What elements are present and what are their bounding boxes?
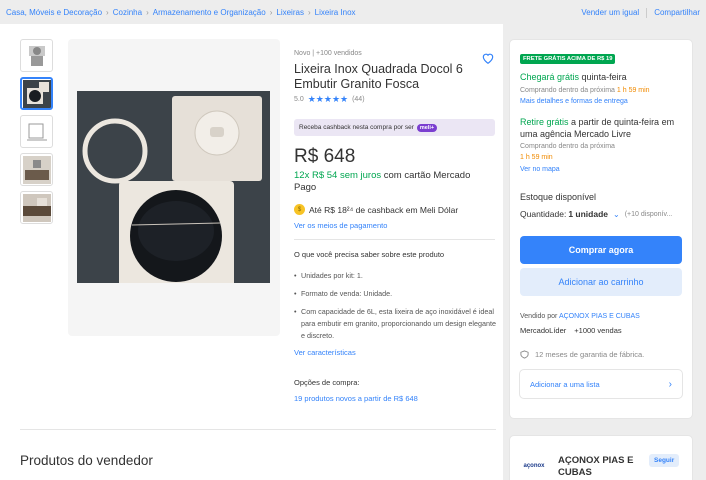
add-to-list-label: Adicionar a uma lista bbox=[530, 379, 600, 389]
free-shipping-badge: FRETE GRÁTIS ACIMA DE R$ 19 bbox=[520, 54, 616, 64]
pickup-highlight: Retire grátis bbox=[520, 117, 569, 127]
arrival-countdown: Comprando dentro da próxima 1 h 59 min bbox=[520, 87, 650, 94]
chevron-down-icon: ⌄ bbox=[613, 209, 620, 219]
follow-button[interactable]: Seguir bbox=[649, 454, 680, 467]
key-info-list: Unidades por kit: 1. Formato de venda: U… bbox=[294, 270, 498, 348]
breadcrumb-item[interactable]: Lixeira Inox bbox=[315, 8, 356, 17]
seller-products-title: Produtos do vendedor bbox=[20, 453, 153, 468]
list-item: Formato de venda: Unidade. bbox=[294, 288, 498, 300]
seller-logo[interactable]: açonox bbox=[518, 455, 550, 477]
thumbnail-3[interactable] bbox=[20, 115, 53, 148]
product-info: Novo | +100 vendidos Lixeira Inox Quadra… bbox=[294, 50, 494, 105]
chevron-right-icon: › bbox=[668, 378, 672, 390]
quantity-selector[interactable]: Quantidade: 1 unidade ⌄ (+10 disponív... bbox=[520, 209, 672, 219]
divider bbox=[20, 429, 496, 430]
heart-icon[interactable] bbox=[481, 51, 495, 65]
list-item: Com capacidade de 6L, esta lixeira de aç… bbox=[294, 306, 498, 342]
condition-text: Novo | +100 vendidos bbox=[294, 50, 362, 57]
warranty-info: 12 meses de garantia de fábrica. bbox=[520, 350, 644, 359]
warranty-text: 12 meses de garantia de fábrica. bbox=[535, 350, 645, 359]
breadcrumb-item[interactable]: Cozinha bbox=[113, 8, 142, 17]
pickup-line2: uma agência Mercado Livre bbox=[520, 129, 632, 139]
star-icons: ★★★★★ bbox=[307, 94, 349, 104]
cashback-badge-text: Receba cashback nesta compra por ser bbox=[299, 124, 414, 131]
stock-label: Estoque disponível bbox=[520, 192, 597, 202]
divider bbox=[646, 8, 648, 18]
sold-by: Vendido por AÇONOX PIAS E CUBAS bbox=[520, 313, 640, 320]
rating-value: 5.0 bbox=[294, 96, 304, 103]
arrival-info: Chegará grátis quinta-feira bbox=[520, 72, 627, 82]
breadcrumb-item[interactable]: Casa, Móveis e Decoração bbox=[6, 8, 102, 17]
breadcrumb-item[interactable]: Armazenamento e Organização bbox=[153, 8, 266, 17]
seller-name[interactable]: AÇONOX PIAS E CUBAS bbox=[558, 455, 644, 479]
cashback-text: Até R$ 18²⁴ de cashback em Meli Dólar bbox=[309, 204, 459, 215]
add-to-list-button[interactable]: Adicionar a uma lista › bbox=[519, 369, 683, 399]
chevron-right-icon: › bbox=[269, 7, 273, 17]
seller-sales: +1000 vendas bbox=[574, 326, 622, 335]
sell-similar-link[interactable]: Vender um igual bbox=[581, 8, 639, 18]
seller-reputation: MercadoLíder +1000 vendas bbox=[520, 326, 622, 335]
list-item: Unidades por kit: 1. bbox=[294, 270, 498, 282]
arrival-highlight: Chegará grátis bbox=[520, 72, 580, 82]
pickup-text: a partir de quinta-feira em bbox=[568, 117, 675, 127]
pickup-countdown-time: 1 h 59 min bbox=[520, 154, 553, 161]
add-to-cart-button[interactable]: Adicionar ao carrinho bbox=[520, 268, 682, 296]
chevron-right-icon: › bbox=[106, 7, 109, 17]
thumbnail-5[interactable] bbox=[20, 191, 53, 224]
purchase-options-link[interactable]: 19 produtos novos a partir de R$ 648 bbox=[294, 394, 418, 403]
share-link[interactable]: Compartilhar bbox=[654, 8, 700, 18]
thumbnail-4[interactable] bbox=[20, 153, 53, 186]
payment-methods-link[interactable]: Ver os meios de pagamento bbox=[294, 221, 387, 230]
breadcrumb-item[interactable]: Lixeiras bbox=[276, 8, 304, 17]
product-photo-svg bbox=[77, 91, 270, 283]
thumbnail-image bbox=[28, 45, 45, 66]
installments: 12x R$ 54 sem juros com cartão Mercado P… bbox=[294, 170, 494, 194]
thumbnail-image bbox=[22, 79, 51, 108]
top-links: Vender um igual Compartilhar bbox=[581, 8, 700, 18]
main-product-photo bbox=[77, 91, 270, 283]
cashback-badge: Receba cashback nesta compra por ser mel… bbox=[294, 119, 495, 136]
thumbnail-image bbox=[22, 193, 51, 222]
characteristics-link[interactable]: Ver características bbox=[294, 348, 356, 357]
buy-now-button[interactable]: Comprar agora bbox=[520, 236, 682, 264]
divider bbox=[294, 239, 495, 240]
shipping-details-link[interactable]: Mais detalhes e formas de entrega bbox=[520, 98, 628, 105]
quantity-value: 1 unidade bbox=[568, 209, 609, 219]
purchase-options-title: Opções de compra: bbox=[294, 378, 360, 387]
pickup-countdown-label: Comprando dentro da próxima bbox=[520, 143, 615, 150]
countdown-label: Comprando dentro da próxima bbox=[520, 87, 617, 94]
shield-icon bbox=[520, 350, 529, 359]
countdown-time: 1 h 59 min bbox=[616, 87, 650, 94]
key-info-title: O que você precisa saber sobre este prod… bbox=[294, 250, 445, 259]
coin-icon: $ bbox=[294, 204, 305, 215]
thumbnail-image bbox=[26, 123, 47, 140]
rating[interactable]: 5.0 ★★★★★ (44) bbox=[294, 94, 494, 105]
seller-link[interactable]: AÇONOX PIAS E CUBAS bbox=[559, 313, 640, 320]
quantity-label: Quantidade: bbox=[520, 209, 567, 219]
buy-box bbox=[509, 39, 693, 419]
meli-dolar-cashback: $ Até R$ 18²⁴ de cashback em Meli Dólar bbox=[294, 204, 458, 215]
price: R$ 648 bbox=[294, 146, 356, 167]
arrival-day: quinta-feira bbox=[579, 72, 627, 82]
review-count: (44) bbox=[352, 96, 365, 103]
installments-highlight: 12x R$ 54 sem juros bbox=[294, 170, 382, 181]
thumbnail-2[interactable] bbox=[20, 77, 53, 110]
breadcrumb: Casa, Móveis e Decoração › Cozinha › Armaz… bbox=[6, 8, 356, 17]
thumbnail-list bbox=[20, 39, 53, 224]
thumbnail-1[interactable] bbox=[20, 39, 53, 72]
product-title: Lixeira Inox Quadrada Docol 6 Embutir Gr… bbox=[294, 62, 463, 91]
mercadolider-badge: MercadoLíder bbox=[520, 326, 567, 335]
chevron-right-icon: › bbox=[307, 7, 311, 17]
chevron-right-icon: › bbox=[146, 7, 149, 17]
meli-plus-logo: meli+ bbox=[416, 123, 438, 132]
sold-by-label: Vendido por bbox=[520, 313, 559, 320]
thumbnail-image bbox=[22, 155, 51, 184]
pickup-info: Retire grátis a partir de quinta-feira e… bbox=[520, 117, 674, 127]
see-map-link[interactable]: Ver no mapa bbox=[520, 166, 560, 173]
quantity-available: (+10 disponív... bbox=[624, 210, 673, 218]
